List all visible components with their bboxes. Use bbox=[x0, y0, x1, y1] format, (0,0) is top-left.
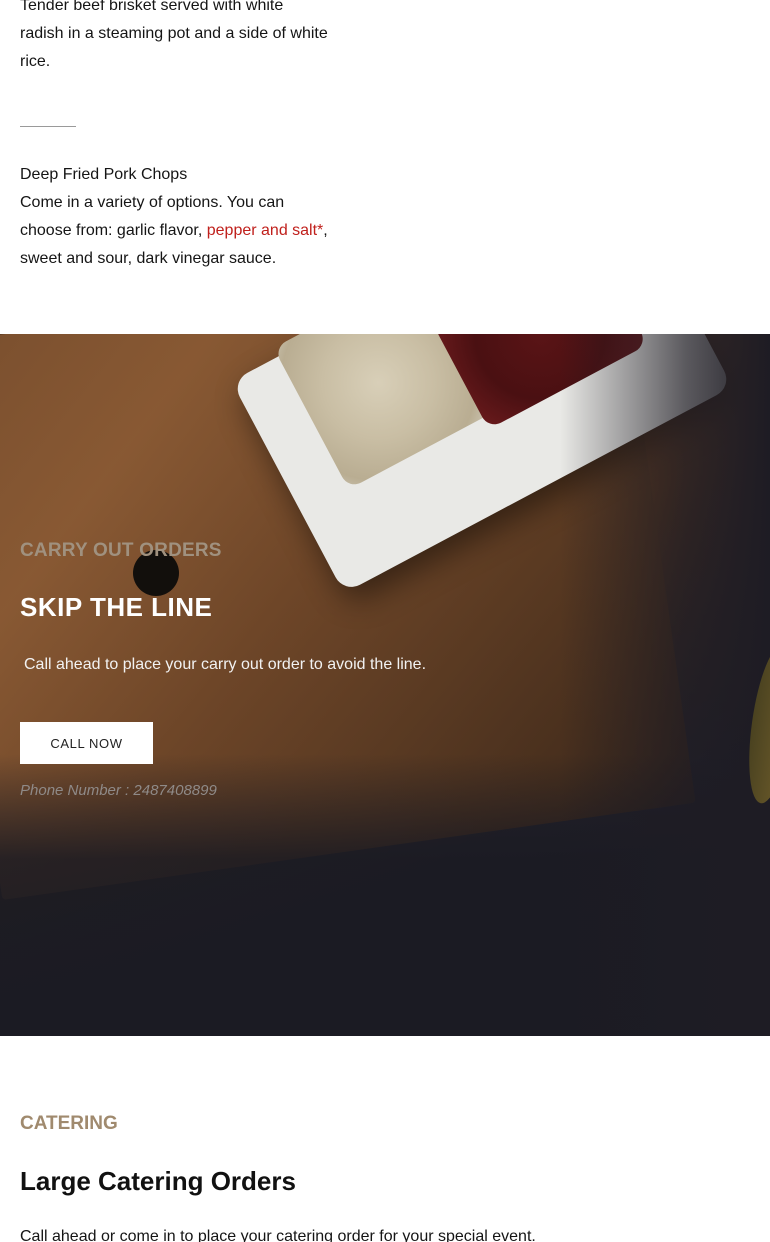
catering-title: Large Catering Orders bbox=[20, 1166, 296, 1196]
catering-text: Call ahead or come in to place your cate… bbox=[20, 1228, 536, 1242]
background-dark-edge bbox=[560, 334, 770, 1036]
phone-number: Phone Number : 2487408899 bbox=[20, 782, 217, 799]
dish-pork-chops-description: Come in a variety of options. You can ch… bbox=[20, 189, 330, 273]
menu-divider bbox=[20, 126, 76, 127]
dish-pork-chops-name: Deep Fried Pork Chops bbox=[20, 166, 188, 183]
dish-pork-chops-highlight: pepper and salt* bbox=[206, 222, 324, 239]
catering-eyebrow: CATERING bbox=[20, 1113, 118, 1134]
dish-brisket-description: Tender beef brisket served with white ra… bbox=[20, 0, 330, 76]
call-now-button[interactable]: CALL NOW bbox=[20, 722, 153, 764]
dish-brisket-text: Tender beef brisket served with white ra… bbox=[20, 0, 328, 70]
dish-pork-chops: Deep Fried Pork Chops Come in a variety … bbox=[20, 161, 330, 273]
carry-out-eyebrow: CARRY OUT ORDERS bbox=[20, 540, 222, 561]
page: Tender beef brisket served with white ra… bbox=[0, 0, 770, 1242]
carry-out-text: Call ahead to place your carry out order… bbox=[24, 656, 427, 673]
carry-out-section: CARRY OUT ORDERS SKIP THE LINE Call ahea… bbox=[0, 334, 770, 1036]
carry-out-title: SKIP THE LINE bbox=[20, 592, 213, 622]
